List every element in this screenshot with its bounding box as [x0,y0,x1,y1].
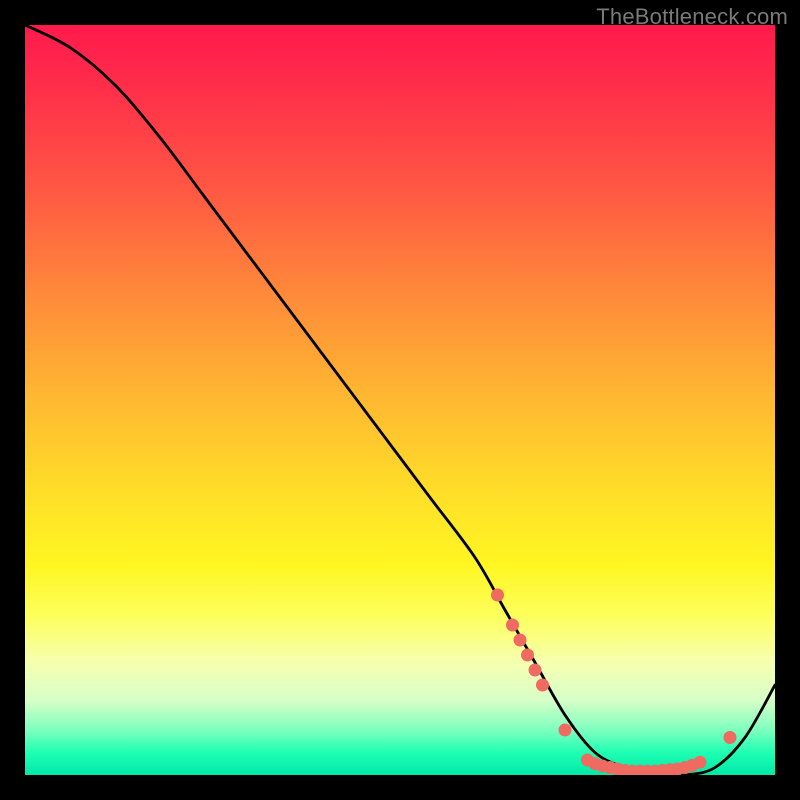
plot-area [25,25,775,775]
highlight-point [694,756,707,769]
highlight-point [506,619,519,632]
curve-layer [25,25,775,775]
highlight-point [491,589,504,602]
highlight-point [521,649,534,662]
chart-stage: TheBottleneck.com [0,0,800,800]
highlight-point [514,634,527,647]
highlight-points [491,589,737,776]
highlight-point [724,731,737,744]
highlight-point [559,724,572,737]
highlight-point [529,664,542,677]
highlight-point [536,679,549,692]
bottleneck-curve [25,25,775,775]
